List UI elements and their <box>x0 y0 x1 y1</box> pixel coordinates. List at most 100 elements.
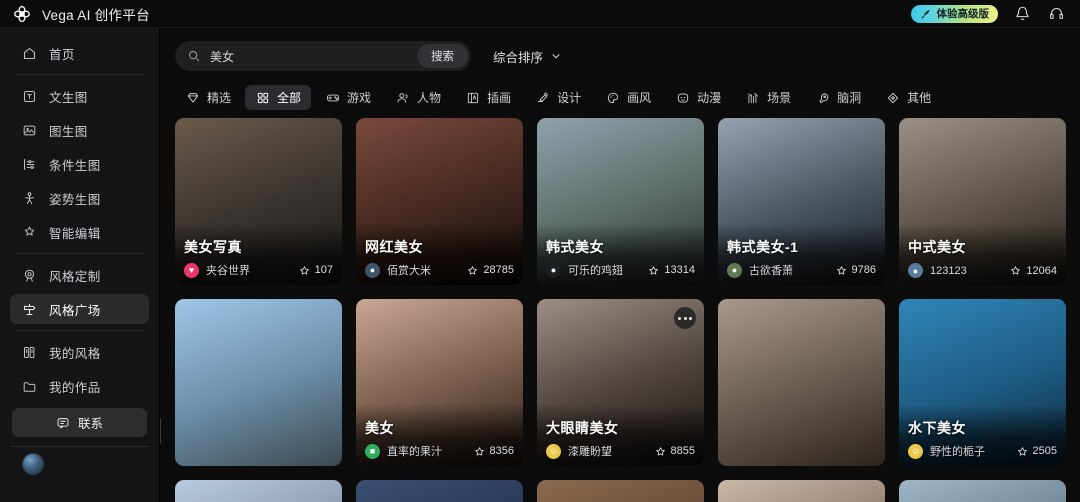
card-author-avatar[interactable]: ● <box>365 262 380 278</box>
sidebar-item-label: 智能编辑 <box>49 226 101 241</box>
card-like-count[interactable]: 107 <box>299 264 333 276</box>
style-card[interactable] <box>899 480 1066 502</box>
category-tab-featured[interactable]: 精选 <box>175 85 241 110</box>
category-tab-anime[interactable]: 动漫 <box>665 85 731 110</box>
style-card-thumbnail <box>356 480 523 502</box>
sidebar-item-style-customization[interactable]: 风格定制 <box>10 260 149 290</box>
top-bar: Vega AI 创作平台 体验高级版 <box>0 0 1080 28</box>
category-tab-game[interactable]: 游戏 <box>315 85 381 110</box>
card-meta: ● 佰赏大米 28785 <box>365 262 514 278</box>
style-card[interactable] <box>356 480 523 502</box>
card-author-avatar[interactable]: ■ <box>365 443 380 459</box>
style-card[interactable]: 美女写真 ♥ 夹谷世界 107 <box>175 118 342 285</box>
card-like-count[interactable]: 8356 <box>474 445 514 457</box>
card-author-avatar[interactable]: ☺ <box>908 443 923 459</box>
card-like-count[interactable]: 28785 <box>467 264 514 276</box>
style-card[interactable]: 水下美女 ☺ 野性的栀子 2505 <box>899 299 1066 466</box>
card-like-value: 9786 <box>851 264 876 276</box>
search-button[interactable]: 搜索 <box>417 44 468 68</box>
category-tab-scene[interactable]: 场景 <box>735 85 801 110</box>
card-author-avatar[interactable]: ☺ <box>546 443 561 459</box>
user-avatar[interactable] <box>22 453 44 475</box>
category-tab-imagination[interactable]: 脑洞 <box>805 85 871 110</box>
category-label: 人物 <box>417 91 442 105</box>
sidebar-item-text-to-image[interactable]: 文生图 <box>10 81 149 111</box>
support-button[interactable] <box>1046 4 1066 24</box>
category-tab-character[interactable]: 人物 <box>385 85 451 110</box>
sidebar-item-label: 我的作品 <box>49 380 101 395</box>
card-more-options-button[interactable] <box>674 307 696 329</box>
style-card[interactable] <box>718 480 885 502</box>
chat-icon <box>57 417 69 428</box>
style-card[interactable]: 美女 ■ 直率的果汁 8356 <box>356 299 523 466</box>
rocket-icon <box>921 9 929 18</box>
star-icon <box>1017 446 1027 455</box>
card-meta: ■ 直率的果汁 8356 <box>365 443 514 459</box>
card-like-count[interactable]: 13314 <box>648 264 695 276</box>
folder-icon <box>21 378 38 395</box>
notifications-button[interactable] <box>1012 4 1032 24</box>
sidebar-item-conditional-generation[interactable]: 条件生图 <box>10 149 149 179</box>
style-card[interactable] <box>175 299 342 466</box>
card-meta: ● 古欲香萧 9786 <box>727 262 876 278</box>
premium-upgrade-button[interactable]: 体验高级版 <box>910 4 998 23</box>
main-content: 搜索 综合排序 精选 全部 游戏 <box>161 28 1080 502</box>
design-icon <box>535 90 550 105</box>
sidebar-item-my-styles[interactable]: 我的风格 <box>10 337 149 367</box>
search-input[interactable] <box>210 49 417 63</box>
category-tab-art-style[interactable]: 画风 <box>595 85 661 110</box>
category-tab-illustration[interactable]: 插画 <box>455 85 521 110</box>
style-card[interactable]: 韩式美女 ● 可乐的鸡翅 13314 <box>537 118 704 285</box>
sidebar-item-pose-generation[interactable]: 姿势生图 <box>10 183 149 213</box>
card-like-count[interactable]: 12064 <box>1010 265 1057 277</box>
brand-logo[interactable] <box>12 4 32 24</box>
category-tab-all[interactable]: 全部 <box>245 85 312 110</box>
card-title: 水下美女 <box>908 420 966 436</box>
card-title: 美女 <box>365 420 394 436</box>
contact-button[interactable]: 联系 <box>12 408 147 437</box>
style-card[interactable] <box>718 299 885 466</box>
card-meta: ☺ 野性的栀子 2505 <box>908 443 1057 459</box>
style-card[interactable]: 韩式美女-1 ● 古欲香萧 9786 <box>718 118 885 285</box>
card-like-value: 12064 <box>1026 264 1057 277</box>
style-card[interactable] <box>537 480 704 502</box>
card-author-avatar[interactable]: ● <box>727 262 742 278</box>
category-label: 游戏 <box>347 91 372 105</box>
card-meta: ♥ 夹谷世界 107 <box>184 262 333 278</box>
sidebar-item-style-plaza[interactable]: 风格广场 <box>10 294 149 324</box>
card-title: 中式美女 <box>908 239 966 255</box>
style-card[interactable]: 网红美女 ● 佰赏大米 28785 <box>356 118 523 285</box>
star-icon <box>1011 266 1021 275</box>
sidebar-divider <box>10 446 149 447</box>
headset-icon <box>1049 8 1063 20</box>
card-author-name: 野性的栀子 <box>930 446 985 458</box>
category-label: 场景 <box>767 91 792 105</box>
card-author-avatar[interactable]: ● <box>546 262 561 278</box>
card-like-count[interactable]: 9786 <box>836 264 876 276</box>
style-card[interactable]: 中式美女 ● 123123 12064 <box>899 118 1066 285</box>
sidebar-item-image-to-image[interactable]: 图生图 <box>10 115 149 145</box>
brand-title: Vega AI 创作平台 <box>42 7 150 23</box>
sort-dropdown[interactable]: 综合排序 <box>493 47 562 66</box>
card-like-count[interactable]: 2505 <box>1017 445 1057 457</box>
style-card[interactable]: 大眼睛美女 ☺ 漆雕盼望 8855 <box>537 299 704 466</box>
category-tab-design[interactable]: 设计 <box>525 85 591 110</box>
sidebar-item-label: 图生图 <box>49 124 88 139</box>
category-tab-other[interactable]: 其他 <box>875 85 941 110</box>
card-author-avatar[interactable]: ♥ <box>184 262 199 278</box>
sidebar-item-label: 风格定制 <box>49 269 101 284</box>
sidebar-item-my-works[interactable]: 我的作品 <box>10 371 149 401</box>
card-author-avatar[interactable]: ● <box>908 263 923 278</box>
illustration-icon <box>465 90 480 105</box>
style-card-thumbnail <box>537 480 704 502</box>
search-box[interactable]: 搜索 <box>175 41 471 71</box>
style-card[interactable] <box>175 480 342 502</box>
sidebar-item-smart-edit[interactable]: 智能编辑 <box>10 217 149 247</box>
sidebar-item-home[interactable]: 首页 <box>10 38 149 68</box>
search-icon <box>188 50 200 62</box>
sidebar: 首页 文生图 图生图 条件生图 姿势生图 智能编辑 风格定制 风格广场 我的风格… <box>0 28 160 502</box>
sidebar-divider <box>16 253 143 254</box>
card-like-count[interactable]: 8855 <box>655 445 695 457</box>
sidebar-item-label: 首页 <box>49 47 75 62</box>
card-like-value: 107 <box>314 264 333 276</box>
